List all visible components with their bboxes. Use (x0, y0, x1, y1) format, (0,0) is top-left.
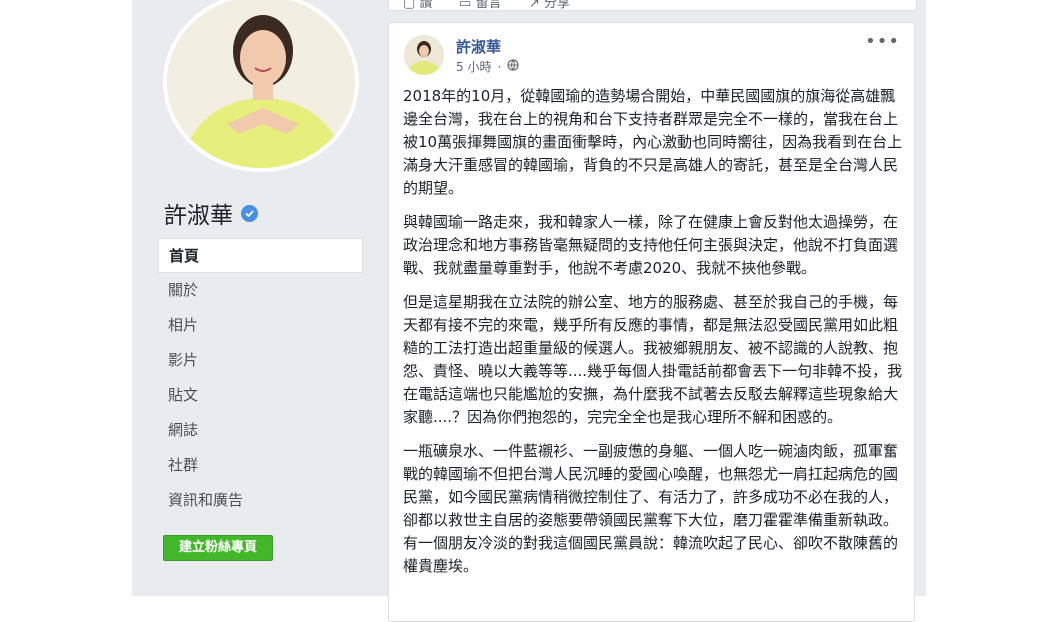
globe-icon (507, 59, 519, 74)
more-options-icon[interactable]: ••• (865, 31, 900, 52)
nav-item-about[interactable]: 關於 (158, 273, 363, 308)
post-author-link[interactable]: 許淑華 (456, 36, 501, 57)
nav-item-videos[interactable]: 影片 (158, 343, 363, 378)
post-body: 2018年的10月，從韓國瑜的造勢場合開始，中華民國國旗的旗海從高雄飄邊全台灣，… (403, 85, 903, 589)
page-name-text: 許淑華 (164, 203, 233, 229)
like-label: 讚 (419, 0, 433, 11)
like-button[interactable]: ▢ 讚 (403, 0, 432, 11)
nav-item-info-ads[interactable]: 資訊和廣告 (158, 483, 363, 518)
verified-badge-icon (241, 204, 258, 222)
previous-post-actions: ▢ 讚 ▭ 留言 ↗ 分享 (388, 0, 917, 11)
post-timestamp[interactable]: 5 小時 (456, 58, 491, 75)
share-icon: ↗ (529, 0, 540, 11)
post-card: 許淑華 5 小時 · ••• 2018年的10月，從韓國瑜的造勢場合開始，中華民… (388, 22, 915, 622)
nav-item-community[interactable]: 社群 (158, 448, 363, 483)
nav-item-home[interactable]: 首頁 (158, 238, 363, 273)
create-page-button[interactable]: 建立粉絲專頁 (163, 535, 273, 561)
profile-picture[interactable] (163, 0, 359, 172)
nav-item-photos[interactable]: 相片 (158, 308, 363, 343)
post-paragraph: 2018年的10月，從韓國瑜的造勢場合開始，中華民國國旗的旗海從高雄飄邊全台灣，… (403, 87, 903, 197)
page-title: 許淑華 (164, 196, 258, 230)
like-icon: ▢ (403, 0, 416, 11)
post-paragraph: 一瓶礦泉水、一件藍襯衫、一副疲憊的身軀、一個人吃一碗滷肉飯，孤軍奮戰的韓國瑜不但… (403, 442, 899, 575)
nav-item-notes[interactable]: 網誌 (158, 413, 363, 448)
nav-item-posts[interactable]: 貼文 (158, 378, 363, 413)
comment-button[interactable]: ▭ 留言 (459, 0, 501, 11)
post-paragraph: 但是這星期我在立法院的辦公室、地方的服務處、甚至於我自己的手機，每天都有接不完的… (403, 293, 903, 426)
page-nav: 首頁 關於 相片 影片 貼文 網誌 社群 資訊和廣告 (158, 238, 363, 518)
post-paragraph: 與韓國瑜一路走來，我和韓家人一樣，除了在健康上會反對他太過操勞，在政治理念和地方… (403, 213, 899, 277)
share-label: 分享 (544, 0, 571, 11)
comment-label: 留言 (475, 0, 502, 11)
comment-icon: ▭ (459, 0, 472, 11)
post-meta: 5 小時 · (456, 58, 519, 75)
author-avatar[interactable] (404, 35, 444, 75)
share-button[interactable]: ↗ 分享 (529, 0, 570, 11)
